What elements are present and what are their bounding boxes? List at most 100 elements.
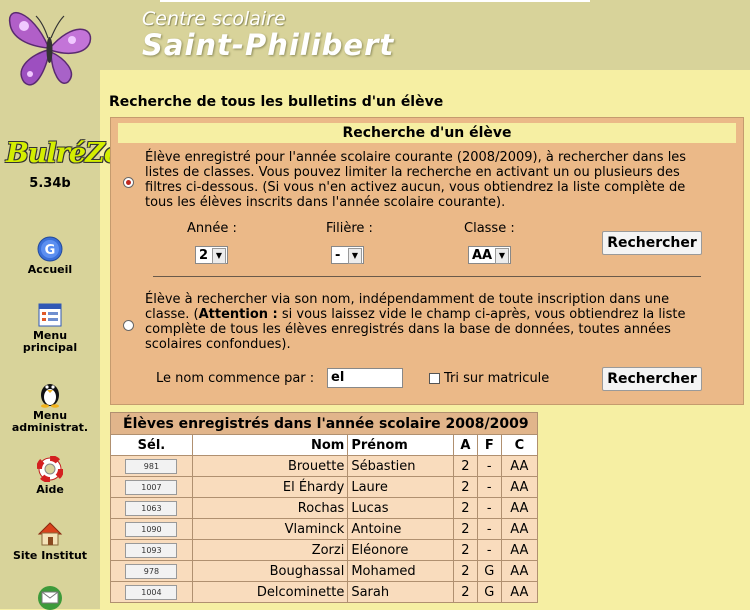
classe-value: AA [472, 248, 493, 263]
nav-accueil[interactable]: G Accueil [0, 236, 100, 276]
table-row: 1063 Rochas Lucas 2- AA [110, 497, 539, 519]
col-prenom: Prénom [347, 434, 455, 456]
cell-c: AA [500, 518, 539, 540]
cell-prenom: Lucas [347, 497, 455, 519]
results-caption: Élèves enregistrés dans l'année scolaire… [110, 412, 538, 435]
cell-f: - [476, 539, 502, 561]
cell-nom: Brouette [191, 455, 349, 477]
cell-sel: 1063 [110, 497, 193, 519]
divider [153, 276, 701, 277]
cell-nom: Zorzi [191, 539, 349, 561]
classe-select[interactable]: AA ▼ [468, 246, 511, 264]
radio-by-name[interactable] [123, 320, 134, 331]
search-button-name[interactable]: Rechercher [602, 367, 702, 391]
select-button[interactable]: 1090 [125, 521, 178, 537]
filiere-label: Filière : [326, 221, 373, 236]
nav-menu-administratif[interactable]: Menu administrat. [0, 378, 100, 434]
select-button[interactable]: 1063 [125, 500, 178, 516]
nav-label: Menu principal [22, 329, 78, 354]
col-nom: Nom [191, 434, 349, 456]
google-icon: G [37, 236, 63, 262]
nav-mail[interactable] [0, 584, 100, 610]
cell-prenom: Sébastien [347, 455, 455, 477]
table-row: 981 Brouette Sébastien 2- AA [110, 455, 539, 477]
cell-prenom: Laure [347, 476, 455, 498]
select-button[interactable]: 1093 [125, 542, 178, 558]
penguin-icon [41, 384, 59, 408]
cell-prenom: Antoine [347, 518, 455, 540]
page-title: Recherche de tous les bulletins d'un élè… [109, 94, 444, 110]
cell-c: AA [500, 581, 539, 603]
cell-f: - [476, 455, 502, 477]
results-table: Élèves enregistrés dans l'année scolaire… [110, 412, 539, 603]
school-name-line2: Saint-Philibert [142, 28, 395, 62]
mail-icon [38, 586, 62, 610]
chevron-down-icon: ▼ [212, 248, 226, 264]
cell-f: - [476, 518, 502, 540]
nav-site-institut[interactable]: Site Institut [0, 520, 100, 562]
lifebuoy-icon [37, 456, 63, 482]
search-button-class[interactable]: Rechercher [602, 231, 702, 255]
chevron-down-icon: ▼ [348, 248, 362, 264]
col-a: A [453, 434, 478, 456]
tri-matricule-checkbox[interactable] [429, 373, 440, 384]
select-button[interactable]: 981 [125, 458, 178, 474]
chevron-down-icon: ▼ [495, 248, 509, 264]
cell-a: 2 [453, 518, 478, 540]
school-name-line1: Centre scolaire [142, 8, 286, 30]
cell-nom: Delcominette [191, 581, 349, 603]
cell-prenom: Eléonore [347, 539, 455, 561]
select-button[interactable]: 1007 [125, 479, 178, 495]
search-panel: Recherche d'un élève Élève enregistré po… [110, 117, 744, 405]
col-f: F [476, 434, 502, 456]
cell-a: 2 [453, 581, 478, 603]
filiere-value: - [335, 248, 341, 263]
app-version: 5.34b [29, 176, 71, 191]
col-c: C [500, 434, 539, 456]
cell-a: 2 [453, 539, 478, 561]
radio-current-year[interactable] [123, 177, 134, 188]
nav-label: Aide [36, 483, 64, 496]
cell-a: 2 [453, 476, 478, 498]
nav-label: Accueil [27, 263, 73, 276]
table-row: 1093 Zorzi Eléonore 2- AA [110, 539, 539, 561]
nav-label: Site Institut [12, 549, 88, 562]
cell-sel: 1093 [110, 539, 193, 561]
name-input[interactable]: el [327, 368, 403, 388]
table-row: 1007 El Éhardy Laure 2- AA [110, 476, 539, 498]
menu-icon [38, 303, 62, 327]
house-icon [37, 522, 63, 546]
app-logo: BulréZo [6, 138, 122, 169]
cell-prenom: Sarah [347, 581, 455, 603]
results-header-row: Sél. Nom Prénom A F C [110, 434, 539, 456]
select-button[interactable]: 978 [125, 563, 178, 579]
cell-f: - [476, 476, 502, 498]
annee-value: 2 [199, 248, 209, 263]
cell-c: AA [500, 497, 539, 519]
cell-nom: El Éhardy [191, 476, 349, 498]
cell-sel: 981 [110, 455, 193, 477]
cell-f: - [476, 497, 502, 519]
classe-label: Classe : [464, 221, 515, 236]
cell-sel: 978 [110, 560, 193, 582]
cell-f: G [476, 560, 502, 582]
tri-matricule-label: Tri sur matricule [444, 371, 550, 386]
col-sel: Sél. [110, 434, 193, 456]
attention-label: Attention : [198, 307, 278, 322]
nav-menu-principal[interactable]: Menu principal [0, 302, 100, 354]
cell-a: 2 [453, 455, 478, 477]
cell-sel: 1090 [110, 518, 193, 540]
select-button[interactable]: 1004 [125, 584, 178, 600]
option2-description: Élève à rechercher via son nom, indépend… [145, 292, 715, 352]
cell-c: AA [500, 539, 539, 561]
option1-description: Élève enregistré pour l'année scolaire c… [145, 150, 687, 210]
cell-a: 2 [453, 497, 478, 519]
header-line [160, 0, 590, 2]
svg-text:G: G [45, 243, 56, 258]
filiere-select[interactable]: - ▼ [331, 246, 364, 264]
nav-aide[interactable]: Aide [0, 456, 100, 496]
table-row: 1004 Delcominette Sarah 2 G AA [110, 581, 539, 603]
cell-nom: Boughassal [191, 560, 349, 582]
cell-sel: 1004 [110, 581, 193, 603]
annee-select[interactable]: 2 ▼ [195, 246, 228, 264]
